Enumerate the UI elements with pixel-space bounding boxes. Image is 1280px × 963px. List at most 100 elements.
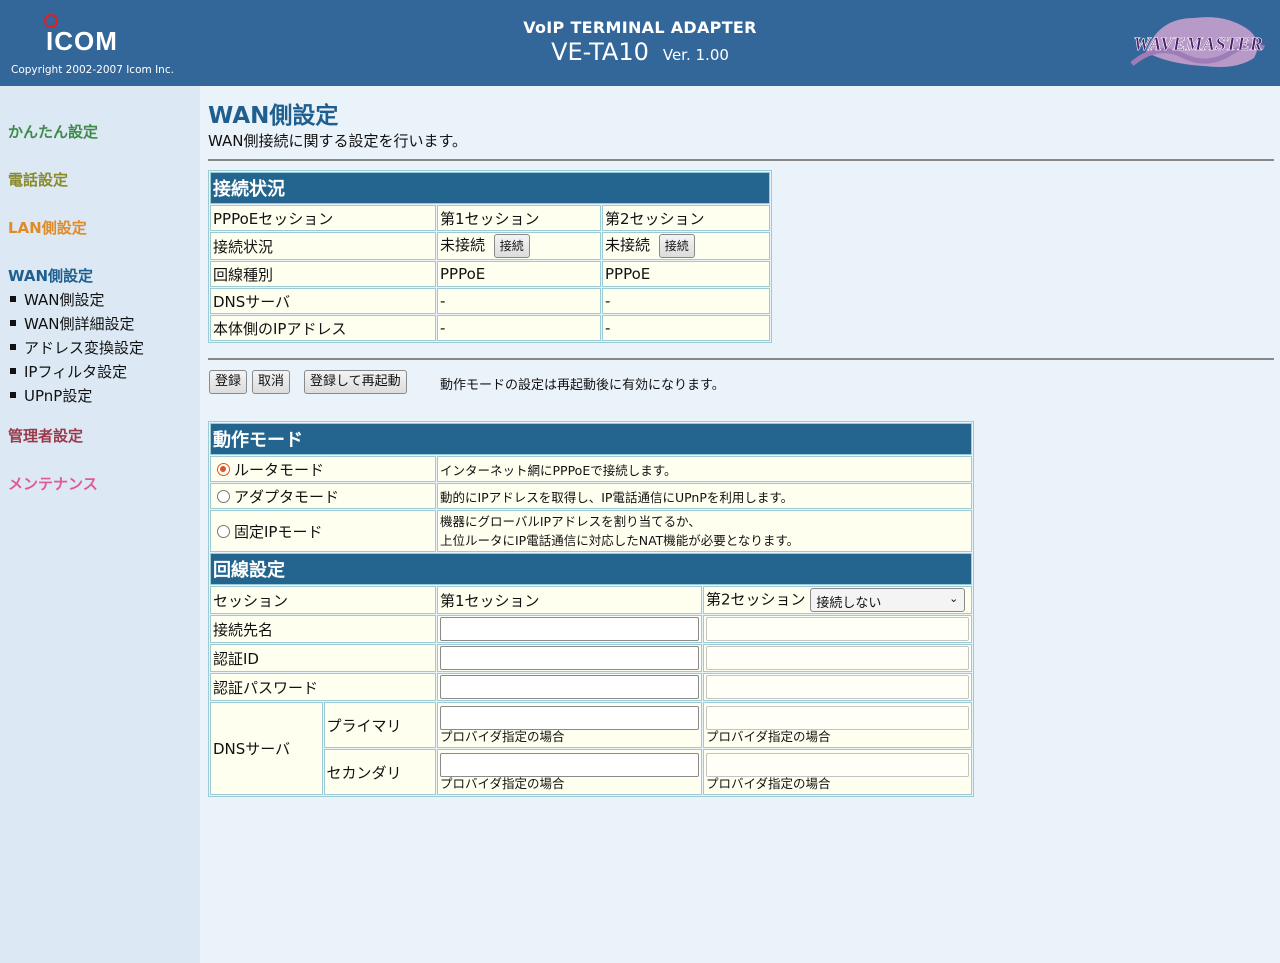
auth-id-input-session2[interactable] — [706, 646, 969, 670]
provider-hint: プロバイダ指定の場合 — [440, 729, 565, 744]
mode-desc: 動的にIPアドレスを取得し、IP電話通信にUPnPを利用します。 — [437, 483, 972, 509]
status-cell: 未接続 接続 — [602, 232, 770, 260]
header-bar: ICOM Copyright 2002-2007 Icom Inc. VoIP … — [0, 0, 1280, 86]
version-text: Ver. 1.00 — [662, 46, 729, 64]
session2-select[interactable]: 接続しない ⌄ — [810, 588, 966, 612]
nav-admin-setup[interactable]: 管理者設定 — [8, 425, 83, 446]
wavemaster-logo: WAVEMASTER — [1130, 17, 1265, 67]
session2-select-value: 接続しない — [816, 596, 882, 611]
nav-item-wan-detail[interactable]: WAN側詳細設定 — [10, 313, 135, 334]
dns-label: DNSサーバ — [210, 702, 323, 795]
page-title: WAN側設定 — [208, 103, 339, 129]
mode-desc-line: 上位ルータにIP電話通信に対応したNAT機能が必要となります。 — [440, 533, 800, 548]
wavemaster-text: WAVEMASTER — [1133, 34, 1262, 55]
auth-id-input-session1[interactable] — [440, 646, 699, 670]
provider-hint: プロバイダ指定の場合 — [706, 729, 831, 744]
mode-option-router[interactable]: ルータモード — [210, 456, 436, 482]
radio-static-ip-icon[interactable] — [217, 524, 230, 538]
cell — [437, 644, 702, 672]
status-value: 未接続 — [605, 236, 651, 254]
status-value: PPPoE — [437, 261, 601, 287]
status-value: PPPoE — [602, 261, 770, 287]
mode-label: 固定IPモード — [234, 522, 323, 541]
mode-desc: インターネット網にPPPoEで接続します。 — [437, 456, 972, 482]
status-cell: 未接続 接続 — [437, 232, 601, 260]
nav-easy-setup[interactable]: かんたん設定 — [8, 121, 98, 142]
radio-router-icon[interactable] — [217, 462, 230, 476]
connection-name-input-session2[interactable] — [706, 617, 969, 641]
status-value: - — [602, 288, 770, 314]
cell — [703, 644, 972, 672]
auth-password-label: 認証パスワード — [210, 673, 436, 701]
cell: プロバイダ指定の場合 — [703, 702, 972, 748]
status-heading: 接続状況 — [210, 172, 770, 204]
radio-adapter-icon[interactable] — [217, 489, 230, 503]
mode-label: ルータモード — [234, 460, 325, 479]
dns-secondary-input-session1[interactable] — [440, 753, 699, 777]
provider-hint: プロバイダ指定の場合 — [440, 776, 565, 791]
sidebar: かんたん設定 電話設定 LAN側設定 WAN側設定 WAN側設定 WAN側詳細設… — [0, 86, 200, 963]
auth-password-input-session1[interactable] — [440, 675, 699, 699]
nav-item-upnp[interactable]: UPnP設定 — [10, 385, 92, 406]
status-label: 接続状況 — [210, 232, 436, 260]
session-label: セッション — [210, 586, 436, 614]
mode-desc: 機器にグローバルIPアドレスを割り当てるか、 上位ルータにIP電話通信に対応したN… — [437, 510, 972, 552]
dns-secondary-label: セカンダリ — [323, 749, 436, 795]
dns-secondary-input-session2[interactable] — [706, 753, 969, 777]
session1-label: 第1セッション — [437, 586, 702, 614]
mode-option-adapter[interactable]: アダプタモード — [210, 483, 436, 509]
nav-item-ip-filter[interactable]: IPフィルタ設定 — [10, 361, 127, 382]
model-name: VE-TA10 — [551, 38, 649, 66]
mode-option-static-ip[interactable]: 固定IPモード — [210, 510, 436, 552]
dns-primary-label: プライマリ — [323, 702, 436, 748]
connect-button-session2[interactable]: 接続 — [658, 234, 695, 258]
connection-name-label: 接続先名 — [210, 615, 436, 643]
dns-primary-input-session2[interactable] — [706, 706, 969, 730]
session2-label: 第2セッション — [706, 590, 806, 609]
nav-wan-setup[interactable]: WAN側設定 — [8, 265, 93, 286]
auth-password-input-session2[interactable] — [706, 675, 969, 699]
cell — [703, 615, 972, 643]
status-label: DNSサーバ — [210, 288, 436, 314]
status-label: 本体側のIPアドレス — [210, 315, 436, 341]
cell: プロバイダ指定の場合 — [703, 749, 972, 795]
cancel-button[interactable]: 取消 — [252, 370, 291, 394]
connect-button-session1[interactable]: 接続 — [493, 234, 530, 258]
chevron-down-icon: ⌄ — [949, 592, 959, 605]
status-value: - — [602, 315, 770, 341]
cell — [437, 673, 702, 701]
connection-name-input-session1[interactable] — [440, 617, 699, 641]
mode-label: アダプタモード — [234, 487, 340, 506]
status-session2: 第2セッション — [602, 205, 770, 231]
cell: プロバイダ指定の場合 — [437, 749, 702, 795]
product-name: VoIP TERMINAL ADAPTER — [523, 18, 757, 37]
divider — [208, 159, 1274, 161]
settings-table: 動作モード ルータモード インターネット網にPPPoEで接続します。 アダプタモ… — [208, 421, 974, 797]
cell — [703, 673, 972, 701]
page-description: WAN側接続に関する設定を行います。 — [208, 132, 467, 150]
status-value: 未接続 — [440, 236, 486, 254]
divider — [208, 358, 1274, 360]
model-line: VE-TA10 Ver. 1.00 — [0, 38, 1280, 66]
dns-primary-input-session1[interactable] — [440, 706, 699, 730]
nav-item-wan-setting[interactable]: WAN側設定 — [10, 289, 105, 310]
cell: プロバイダ指定の場合 — [437, 702, 702, 748]
status-session1: 第1セッション — [437, 205, 601, 231]
line-heading: 回線設定 — [210, 553, 972, 585]
nav-maintenance[interactable]: メンテナンス — [8, 473, 98, 494]
nav-phone-setup[interactable]: 電話設定 — [8, 169, 68, 190]
register-button[interactable]: 登録 — [209, 370, 248, 394]
status-label: 回線種別 — [210, 261, 436, 287]
register-restart-button[interactable]: 登録して再起動 — [304, 370, 407, 394]
auth-id-label: 認証ID — [210, 644, 436, 672]
cell — [437, 615, 702, 643]
status-value: - — [437, 315, 601, 341]
status-label: PPPoEセッション — [210, 205, 436, 231]
status-table: 接続状況 PPPoEセッション 第1セッション 第2セッション 接続状況 未接続… — [208, 170, 772, 343]
provider-hint: プロバイダ指定の場合 — [706, 776, 831, 791]
nav-item-nat[interactable]: アドレス変換設定 — [10, 337, 144, 358]
nav-lan-setup[interactable]: LAN側設定 — [8, 217, 87, 238]
session2-cell: 第2セッション 接続しない ⌄ — [703, 586, 972, 614]
mode-heading: 動作モード — [210, 423, 972, 455]
status-value: - — [437, 288, 601, 314]
